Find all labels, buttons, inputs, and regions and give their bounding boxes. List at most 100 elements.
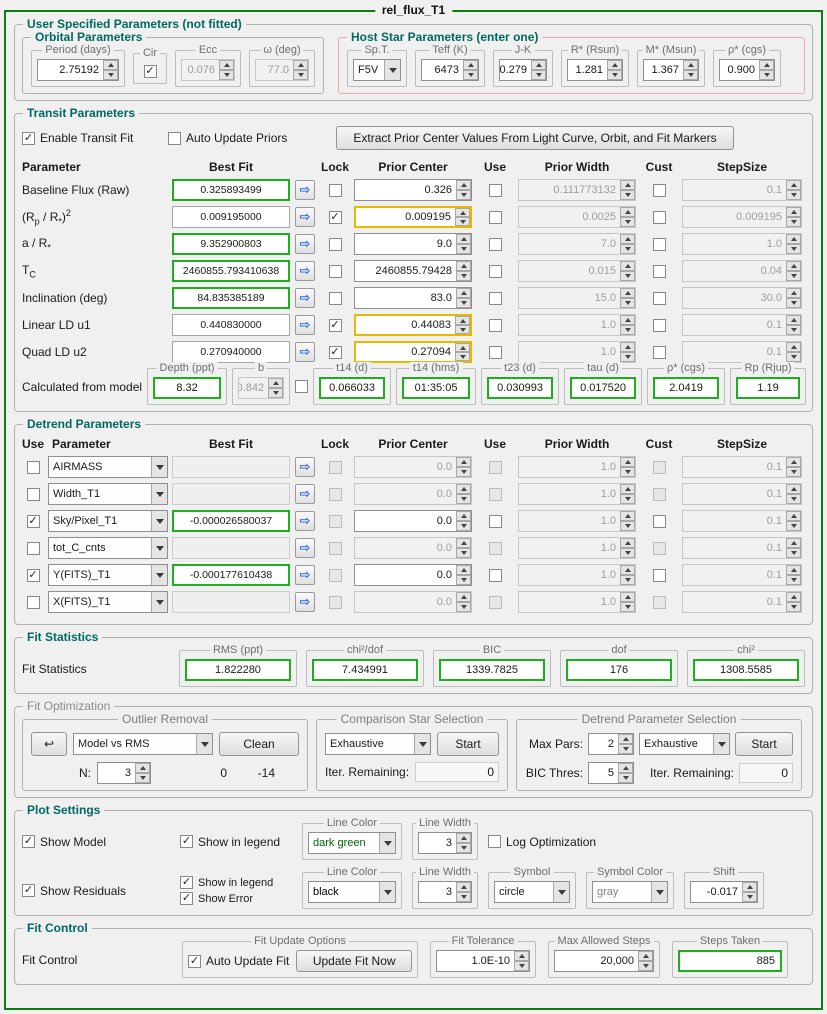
spin-down-icon[interactable]: [456, 892, 471, 902]
prior-width-spinner[interactable]: 1.0: [518, 456, 636, 478]
spinner-buttons[interactable]: [463, 60, 478, 80]
spin-up-icon[interactable]: [786, 538, 801, 548]
shift-spinner[interactable]: -0.017: [690, 881, 758, 903]
dropdown-arrow-icon[interactable]: [151, 457, 167, 477]
spin-up-icon[interactable]: [742, 882, 757, 892]
dropdown-arrow-icon[interactable]: [151, 592, 167, 612]
spinner-buttons[interactable]: [620, 457, 635, 477]
lock-checkbox[interactable]: [328, 568, 342, 582]
spin-up-icon[interactable]: [620, 234, 635, 244]
spin-down-icon[interactable]: [786, 190, 801, 200]
spin-up-icon[interactable]: [103, 60, 118, 70]
dropdown-arrow-icon[interactable]: [196, 734, 212, 754]
spinner-buttons[interactable]: [620, 315, 635, 335]
spin-down-icon[interactable]: [786, 521, 801, 531]
lock-checkbox[interactable]: [328, 487, 342, 501]
spinner-buttons[interactable]: [620, 207, 635, 227]
bic-thres-spinner[interactable]: 5: [588, 762, 634, 784]
spin-up-icon[interactable]: [620, 511, 635, 521]
spin-down-icon[interactable]: [456, 298, 471, 308]
spinner-buttons[interactable]: [786, 342, 801, 362]
custom-step-checkbox[interactable]: [652, 291, 666, 305]
spinner-buttons[interactable]: [683, 60, 698, 80]
spin-up-icon[interactable]: [786, 261, 801, 271]
use-prior-checkbox[interactable]: [488, 264, 502, 278]
spinner-buttons[interactable]: [786, 592, 801, 612]
transfer-best-fit-button[interactable]: ⇨: [295, 315, 315, 335]
spin-up-icon[interactable]: [786, 315, 801, 325]
transfer-best-fit-button[interactable]: ⇨: [295, 484, 315, 504]
spinner-buttons[interactable]: [456, 180, 471, 200]
spinner-buttons[interactable]: [620, 261, 635, 281]
spin-down-icon[interactable]: [620, 548, 635, 558]
spin-up-icon[interactable]: [456, 261, 471, 271]
spinner-buttons[interactable]: [786, 538, 801, 558]
spin-down-icon[interactable]: [293, 70, 308, 80]
detrend-param-select[interactable]: X(FITS)_T1: [48, 591, 168, 613]
prior-center-spinner[interactable]: 0.0: [354, 510, 472, 532]
prior-center-spinner[interactable]: 0.0: [354, 456, 472, 478]
dropdown-arrow-icon[interactable]: [713, 734, 729, 754]
residual-show-in-legend[interactable]: Show in legend: [180, 876, 292, 889]
lock-checkbox[interactable]: [328, 345, 342, 359]
spin-up-icon[interactable]: [135, 763, 150, 773]
use-prior-checkbox[interactable]: [488, 595, 502, 609]
spin-down-icon[interactable]: [455, 325, 470, 334]
use-detrend-checkbox[interactable]: [26, 487, 40, 501]
spin-down-icon[interactable]: [786, 602, 801, 612]
spinner-buttons[interactable]: [786, 288, 801, 308]
residual-line-width-spinner[interactable]: 3: [418, 881, 472, 903]
eccentricity-spinner[interactable]: 0.076: [181, 59, 235, 81]
omega-spinner[interactable]: 77.0: [255, 59, 309, 81]
spin-up-icon[interactable]: [455, 208, 470, 217]
spin-down-icon[interactable]: [620, 298, 635, 308]
spin-up-icon[interactable]: [456, 538, 471, 548]
spin-up-icon[interactable]: [456, 833, 471, 843]
spin-down-icon[interactable]: [620, 494, 635, 504]
spin-up-icon[interactable]: [620, 484, 635, 494]
use-detrend-checkbox[interactable]: [26, 541, 40, 555]
b-spinner[interactable]: 0.842: [238, 377, 285, 399]
spinner-buttons[interactable]: [638, 951, 653, 971]
spin-down-icon[interactable]: [759, 70, 774, 80]
step-size-spinner[interactable]: 0.1: [682, 179, 802, 201]
spin-up-icon[interactable]: [638, 951, 653, 961]
lock-checkbox[interactable]: [328, 237, 342, 251]
residual-show-error[interactable]: Show Error: [180, 892, 292, 905]
mstar-spinner[interactable]: 1.367: [643, 59, 699, 81]
spin-down-icon[interactable]: [103, 70, 118, 80]
lock-checkbox[interactable]: [328, 264, 342, 278]
spin-down-icon[interactable]: [456, 843, 471, 853]
spin-up-icon[interactable]: [456, 565, 471, 575]
show-model-checkbox[interactable]: [22, 835, 35, 848]
custom-step-checkbox[interactable]: [652, 460, 666, 474]
model-line-width-spinner[interactable]: 3: [418, 832, 472, 854]
spin-up-icon[interactable]: [786, 457, 801, 467]
spin-up-icon[interactable]: [620, 457, 635, 467]
spin-down-icon[interactable]: [618, 773, 633, 783]
step-size-spinner[interactable]: 0.1: [682, 564, 802, 586]
spin-up-icon[interactable]: [786, 342, 801, 352]
spinner-buttons[interactable]: [620, 592, 635, 612]
spinner-buttons[interactable]: [786, 315, 801, 335]
lock-checkbox[interactable]: [328, 291, 342, 305]
detrend-param-select[interactable]: tot_C_cnts: [48, 537, 168, 559]
auto-update-priors-checkbox[interactable]: [168, 131, 181, 145]
step-size-spinner[interactable]: 0.1: [682, 314, 802, 336]
spinner-buttons[interactable]: [742, 882, 757, 902]
lock-checkbox[interactable]: [328, 183, 342, 197]
residual-legend-checkbox[interactable]: [180, 876, 193, 889]
spinner-buttons[interactable]: [607, 60, 622, 80]
spin-up-icon[interactable]: [456, 882, 471, 892]
custom-step-checkbox[interactable]: [652, 318, 666, 332]
show-model[interactable]: Show Model: [22, 835, 170, 849]
spin-up-icon[interactable]: [786, 180, 801, 190]
spin-up-icon[interactable]: [463, 60, 478, 70]
spin-down-icon[interactable]: [456, 575, 471, 585]
use-prior-checkbox[interactable]: [488, 541, 502, 555]
dropdown-arrow-icon[interactable]: [151, 565, 167, 585]
spin-up-icon[interactable]: [293, 60, 308, 70]
spinner-buttons[interactable]: [620, 565, 635, 585]
spin-up-icon[interactable]: [620, 288, 635, 298]
spin-down-icon[interactable]: [742, 892, 757, 902]
